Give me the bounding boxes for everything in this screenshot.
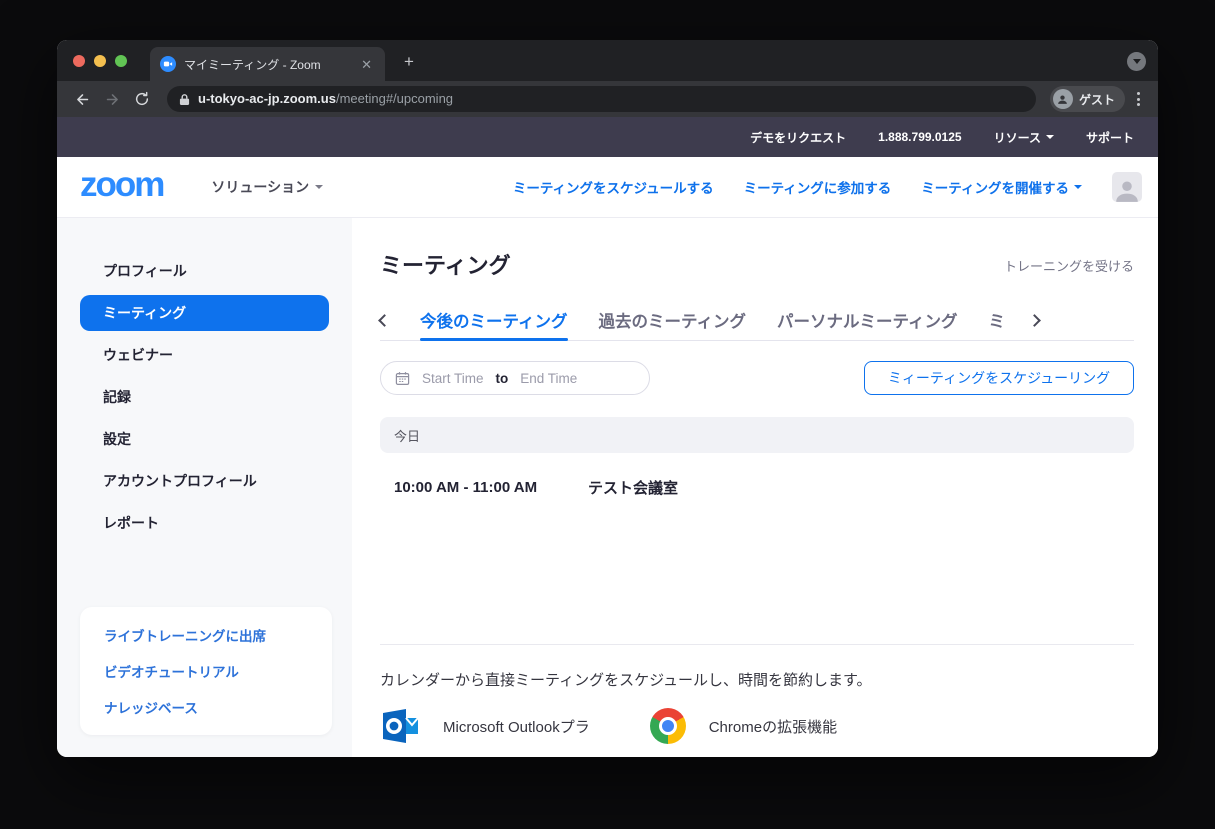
sidebar-footer-card: ライブトレーニングに出席 ビデオチュートリアル ナレッジベース bbox=[80, 607, 332, 735]
meeting-row[interactable]: 10:00 AM - 11:00 AM テスト会議室 bbox=[380, 453, 1134, 498]
traffic-lights bbox=[73, 55, 127, 67]
chevron-down-icon bbox=[1132, 59, 1141, 64]
sidebar-item-settings[interactable]: 設定 bbox=[80, 418, 329, 460]
new-tab-button[interactable]: + bbox=[397, 50, 421, 74]
chevron-down-icon bbox=[315, 185, 324, 189]
site-body: プロフィール ミーティング ウェビナー 記録 設定 アカウントプロフィール レポ… bbox=[57, 218, 1158, 757]
sidebar-item-webinars[interactable]: ウェビナー bbox=[80, 334, 329, 376]
date-range-picker[interactable]: Start Time to End Time bbox=[380, 361, 650, 395]
solutions-menu[interactable]: ソリューション bbox=[211, 177, 324, 197]
schedule-meeting-link[interactable]: ミーティングをスケジュールする bbox=[513, 177, 714, 197]
meeting-time: 10:00 AM - 11:00 AM bbox=[394, 479, 538, 496]
resources-menu[interactable]: リソース bbox=[994, 129, 1054, 146]
tab-search-button[interactable] bbox=[1127, 52, 1146, 71]
page-title: ミーティング bbox=[380, 253, 511, 278]
divider bbox=[380, 644, 1134, 645]
window-close-button[interactable] bbox=[73, 55, 85, 67]
zoom-favicon-icon bbox=[160, 56, 176, 72]
tab-personal-meetings[interactable]: パーソナルミーティング bbox=[777, 300, 958, 340]
sidebar-item-recordings[interactable]: 記録 bbox=[80, 376, 329, 418]
support-link[interactable]: サポート bbox=[1086, 129, 1134, 146]
zoom-logo[interactable]: zoom bbox=[80, 167, 165, 208]
live-training-link[interactable]: ライブトレーニングに出席 bbox=[80, 617, 332, 653]
chevron-down-icon bbox=[1045, 135, 1054, 139]
tab-title: マイミーティング - Zoom bbox=[184, 57, 321, 72]
schedule-meeting-button[interactable]: ミィーティングをスケジューリング bbox=[864, 361, 1134, 395]
window-zoom-button[interactable] bbox=[115, 55, 127, 67]
reload-icon[interactable] bbox=[129, 86, 155, 112]
sidebar-item-meetings[interactable]: ミーティング bbox=[80, 295, 329, 331]
chrome-icon bbox=[649, 708, 686, 744]
main-content: ミーティング トレーニングを受ける 今後のミーティング 過去のミーティング パー… bbox=[352, 218, 1158, 757]
meeting-topic[interactable]: テスト会議室 bbox=[588, 477, 678, 498]
browser-toolbar: u-tokyo-ac-jp.zoom.us/meeting#/upcoming … bbox=[57, 81, 1158, 117]
join-meeting-link[interactable]: ミーティングに参加する bbox=[744, 177, 892, 197]
knowledge-base-link[interactable]: ナレッジベース bbox=[80, 689, 332, 725]
tabs-scroll-right-icon[interactable] bbox=[1028, 313, 1041, 327]
avatar[interactable] bbox=[1112, 172, 1142, 202]
date-to-label: to bbox=[495, 370, 509, 386]
integrations-row: Microsoft Outlookプラ Chromeの拡張機能 bbox=[380, 706, 1134, 746]
integration-label: Microsoft Outlookプラ bbox=[443, 718, 590, 736]
get-training-link[interactable]: トレーニングを受ける bbox=[1004, 256, 1134, 275]
site-header: zoom ソリューション ミーティングをスケジュールする ミーティングに参加する… bbox=[57, 157, 1158, 218]
sidebar-item-profile[interactable]: プロフィール bbox=[80, 250, 329, 292]
tabs-scroll-left-icon[interactable] bbox=[378, 313, 391, 327]
group-header-today: 今日 bbox=[380, 417, 1134, 453]
end-time-placeholder[interactable]: End Time bbox=[520, 371, 577, 386]
url-path: /meeting#/upcoming bbox=[335, 91, 454, 106]
lock-icon bbox=[179, 93, 190, 105]
sidebar: プロフィール ミーティング ウェビナー 記録 設定 アカウントプロフィール レポ… bbox=[57, 218, 352, 757]
guest-label: ゲスト bbox=[1078, 92, 1115, 107]
profile-chip[interactable]: ゲスト bbox=[1049, 86, 1125, 112]
integration-label: Chromeの拡張機能 bbox=[708, 718, 838, 736]
chrome-extension-item[interactable]: Chromeの拡張機能 bbox=[649, 708, 838, 744]
sidebar-item-account-profile[interactable]: アカウントプロフィール bbox=[80, 460, 329, 502]
tab-truncated[interactable]: ミ bbox=[989, 300, 1006, 340]
tab-upcoming-meetings[interactable]: 今後のミーティング bbox=[420, 300, 568, 341]
sidebar-item-reports[interactable]: レポート bbox=[80, 502, 329, 544]
host-meeting-menu[interactable]: ミーティングを開催する bbox=[921, 177, 1082, 197]
window-minimize-button[interactable] bbox=[94, 55, 106, 67]
calendar-icon bbox=[395, 371, 410, 385]
close-tab-icon[interactable]: ✕ bbox=[358, 56, 375, 73]
tab-previous-meetings[interactable]: 過去のミーティング bbox=[599, 300, 747, 340]
promo-text: カレンダーから直接ミーティングをスケジュールし、時間を節約します。 bbox=[380, 672, 872, 689]
url-host: u-tokyo-ac-jp.zoom.us bbox=[198, 91, 336, 106]
phone-number-link[interactable]: 1.888.799.0125 bbox=[878, 130, 961, 144]
forward-icon[interactable] bbox=[99, 86, 125, 112]
request-demo-link[interactable]: デモをリクエスト bbox=[750, 129, 846, 146]
outlook-icon bbox=[383, 709, 419, 743]
browser-window: マイミーティング - Zoom ✕ + u-tokyo-ac-jp.zoom.u… bbox=[57, 40, 1158, 757]
site-topbar: デモをリクエスト 1.888.799.0125 リソース サポート bbox=[57, 117, 1158, 157]
video-tutorials-link[interactable]: ビデオチュートリアル bbox=[80, 653, 332, 689]
browser-menu-icon[interactable] bbox=[1129, 88, 1148, 110]
start-time-placeholder[interactable]: Start Time bbox=[422, 371, 484, 386]
meeting-tabs: 今後のミーティング 過去のミーティング パーソナルミーティング ミ bbox=[378, 300, 1134, 341]
url-bar[interactable]: u-tokyo-ac-jp.zoom.us/meeting#/upcoming bbox=[167, 86, 1036, 112]
browser-tab[interactable]: マイミーティング - Zoom ✕ bbox=[150, 47, 385, 81]
browser-tabstrip: マイミーティング - Zoom ✕ + bbox=[57, 40, 1158, 81]
person-icon bbox=[1052, 89, 1073, 109]
chevron-down-icon bbox=[1074, 185, 1082, 189]
outlook-plugin-item[interactable]: Microsoft Outlookプラ bbox=[380, 706, 590, 746]
back-icon[interactable] bbox=[69, 86, 95, 112]
